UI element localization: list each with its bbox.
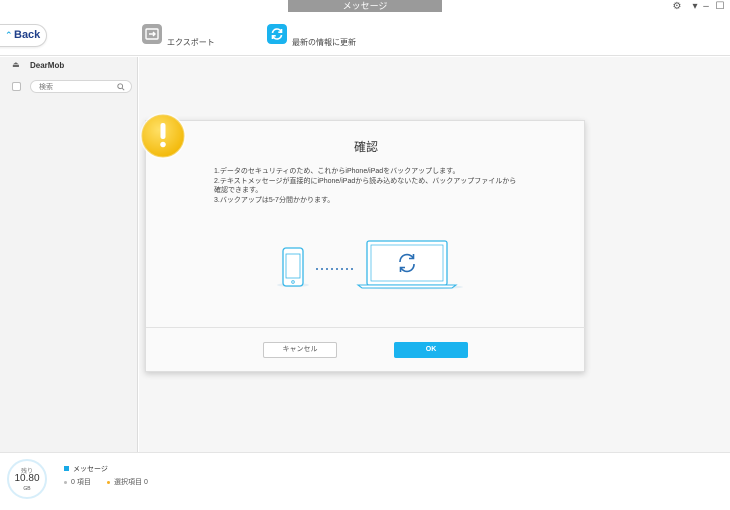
toolbar: ⌃ Back エクスポート 最新の情報に更新 <box>0 14 730 56</box>
selected-dot-icon <box>107 480 110 484</box>
export-label: エクスポート <box>167 38 215 47</box>
export-button[interactable]: エクスポート <box>142 24 222 48</box>
search-icon[interactable] <box>117 83 125 91</box>
storage-gauge: 残り 10.80 GB <box>7 459 47 499</box>
dialog-line: 1.データのセキュリティのため、これからiPhone/iPadをバックアップしま… <box>214 168 460 175</box>
device-name: DearMob <box>30 61 65 70</box>
laptop-icon <box>366 240 448 286</box>
maximize-icon[interactable]: ☐ <box>714 1 726 12</box>
search-input[interactable] <box>39 82 117 92</box>
dialog-title: 確認 <box>353 140 378 154</box>
warning-icon <box>140 113 186 159</box>
minimize-icon[interactable]: – <box>700 1 712 12</box>
chevron-up-icon: ⌃ <box>5 30 13 40</box>
settings-gear-icon[interactable]: ⚙ <box>671 1 683 12</box>
dialog-message: 1.データのセキュリティのため、これからiPhone/iPadをバックアップしま… <box>214 167 544 205</box>
select-search-row <box>0 79 137 95</box>
dialog-line: 確認できます。 <box>214 187 263 194</box>
device-row[interactable]: ⏏ DearMob <box>0 57 137 75</box>
selected-count: 選択項目 0 <box>114 479 148 486</box>
selected-count-stat: 選択項目 0 <box>107 477 148 487</box>
title-bar: メッセージ ⚙ ▾ – ☐ <box>0 0 730 14</box>
export-icon <box>142 24 162 44</box>
items-dot-icon <box>64 480 67 484</box>
dialog-divider <box>146 327 586 328</box>
storage-value: 10.80 <box>14 473 40 484</box>
confirm-dialog: 確認 1.データのセキュリティのため、これからiPhone/iPadをバックアッ… <box>145 120 586 372</box>
dialog-line: 2.テキストメッセージが直接的にiPhone/iPadから読み込めないため、バッ… <box>214 177 517 185</box>
backup-illustration <box>277 240 463 290</box>
refresh-button[interactable]: 最新の情報に更新 <box>267 24 367 48</box>
status-bar: 残り 10.80 GB メッセージ 0 項目 選択項目 0 <box>0 452 730 510</box>
search-box[interactable] <box>30 80 132 93</box>
category-color-swatch <box>64 466 69 471</box>
eject-icon[interactable]: ⏏ <box>12 60 20 69</box>
items-count-stat: 0 項目 <box>64 477 91 487</box>
items-count: 0 項目 <box>71 479 91 486</box>
cancel-button[interactable]: キャンセル <box>263 342 337 358</box>
ok-button[interactable]: OK <box>394 342 468 358</box>
category-label: メッセージ <box>73 466 108 473</box>
refresh-icon <box>267 24 287 44</box>
transfer-dots-icon <box>316 268 353 270</box>
storage-unit: GB <box>23 486 31 492</box>
back-button[interactable]: ⌃ Back <box>0 24 47 47</box>
dialog-line: 3.バックアップは5-7分間かかります。 <box>214 196 335 204</box>
select-all-checkbox[interactable] <box>12 82 21 91</box>
refresh-label: 最新の情報に更新 <box>292 38 356 47</box>
back-button-label: Back <box>14 29 41 41</box>
sidebar: ⏏ DearMob <box>0 57 138 452</box>
window-title: メッセージ <box>288 0 442 12</box>
